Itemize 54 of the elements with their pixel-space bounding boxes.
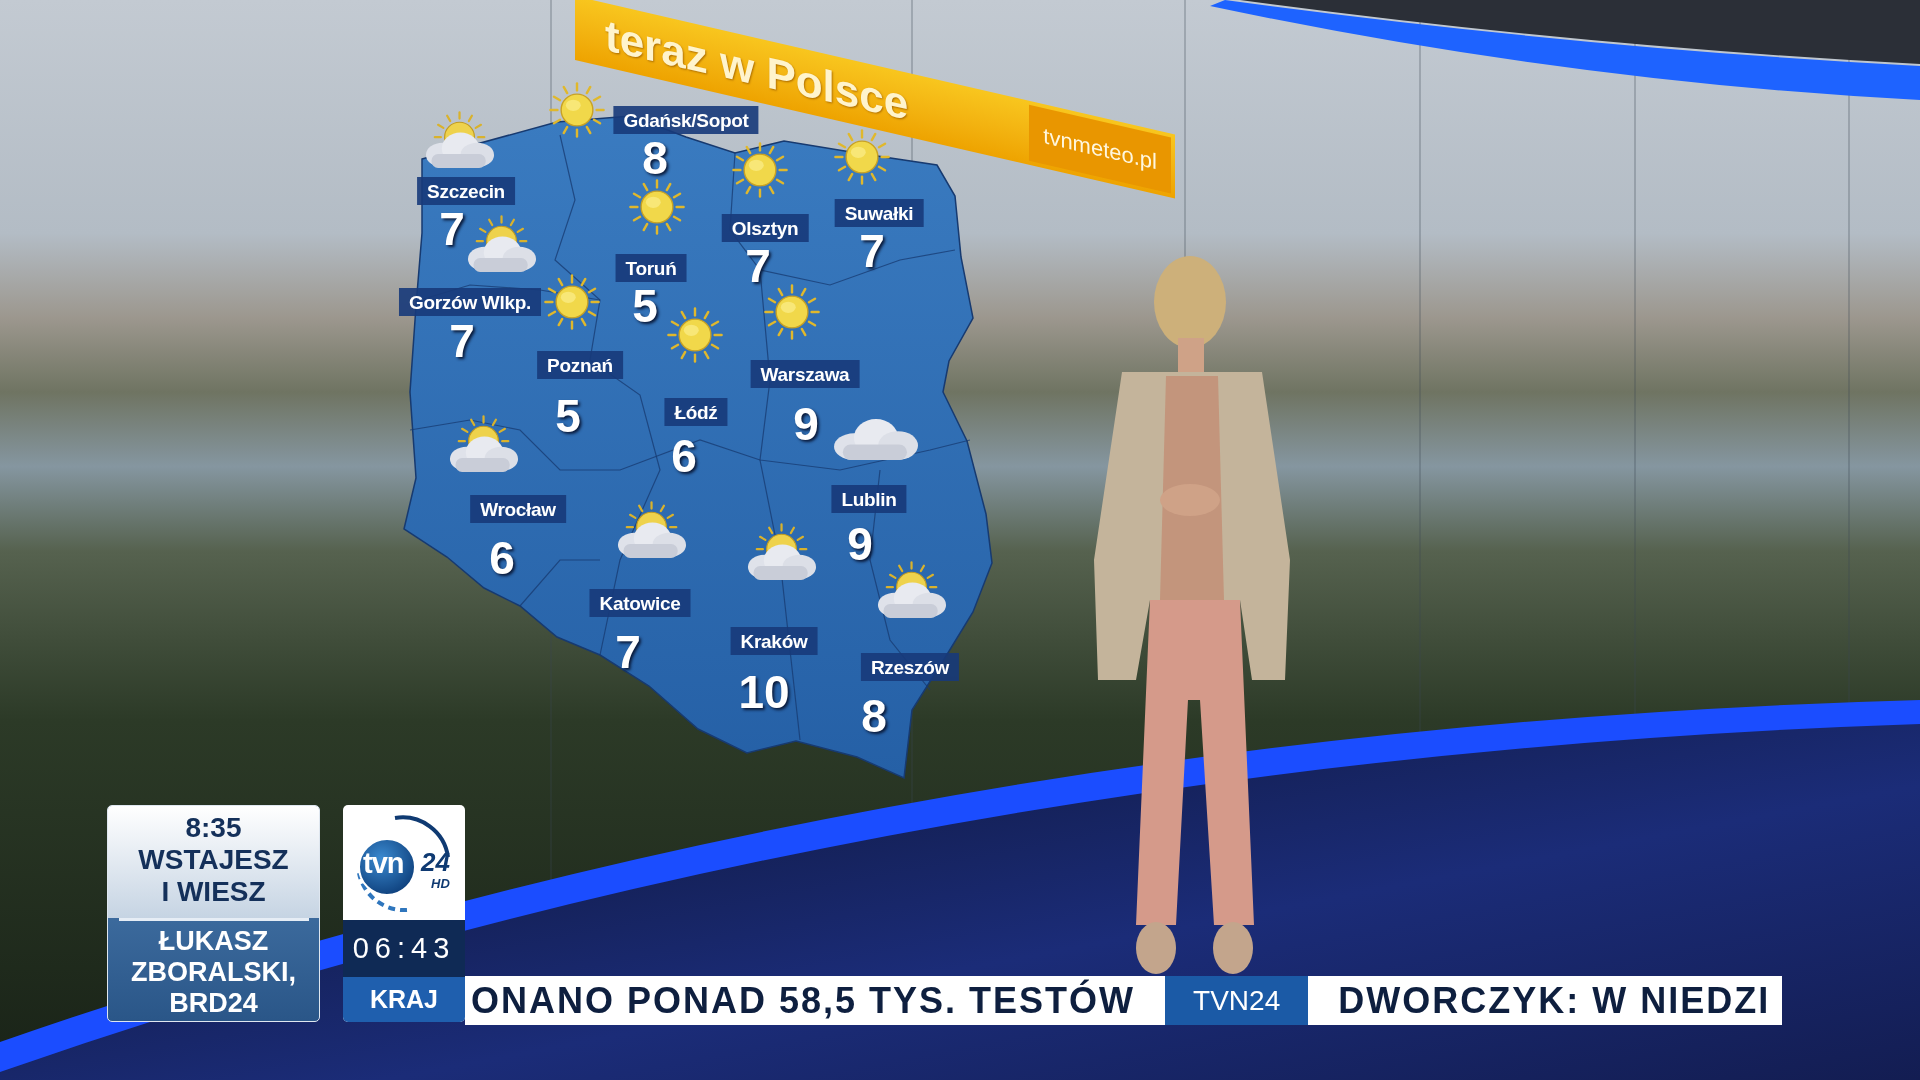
logo-number: 24 xyxy=(421,849,450,875)
temperature-reading: 7 xyxy=(859,233,885,269)
city-label: Warszawa xyxy=(750,360,860,388)
sun-behind-cloud-icon xyxy=(467,215,537,273)
logo-ring-icon xyxy=(355,815,453,913)
cloud-icon xyxy=(834,419,918,461)
sun-icon xyxy=(549,82,605,138)
temperature-reading: 7 xyxy=(449,323,475,359)
sun-icon xyxy=(544,274,600,330)
city-label: Suwałki xyxy=(834,199,924,227)
temperature-reading: 7 xyxy=(439,211,465,247)
channel-tag: TVN24 xyxy=(1165,976,1309,1025)
sun-icon xyxy=(834,129,890,185)
logo-text: tvn xyxy=(363,849,404,878)
sun-icon xyxy=(629,179,685,235)
city-label: Wrocław xyxy=(470,495,566,523)
city-label: Rzeszów xyxy=(860,653,960,681)
ticker-headline: DWORCZYK: W NIEDZI xyxy=(1337,978,1772,1023)
program-title: WSTAJESZ I WIESZ xyxy=(137,844,290,908)
temperature-reading: 7 xyxy=(745,248,771,284)
city-label: Łódź xyxy=(664,398,728,426)
temperature-reading: 5 xyxy=(555,398,581,434)
city-label: Toruń xyxy=(615,254,687,282)
sun-icon xyxy=(732,142,788,198)
city-label: Olsztyn xyxy=(721,214,809,242)
sun-behind-cloud-icon xyxy=(747,523,817,581)
section-label: KRAJ xyxy=(343,977,465,1022)
temperature-reading: 9 xyxy=(793,406,819,442)
city-label: Poznań xyxy=(537,351,623,379)
sun-behind-cloud-icon xyxy=(425,111,495,169)
program-time: 8:35 xyxy=(185,812,242,844)
city-label: Lublin xyxy=(831,485,907,513)
sun-behind-cloud-icon xyxy=(617,501,687,559)
sun-icon xyxy=(764,284,820,340)
city-label: Szczecin xyxy=(417,177,515,205)
sun-behind-cloud-icon xyxy=(877,561,947,619)
temperature-reading: 9 xyxy=(847,526,873,562)
temperature-reading: 5 xyxy=(632,288,658,324)
city-label: Kraków xyxy=(730,627,818,655)
city-label: Katowice xyxy=(589,589,691,617)
temperature-reading: 8 xyxy=(861,698,887,734)
temperature-reading: 10 xyxy=(738,674,790,710)
temperature-reading: 6 xyxy=(489,540,515,576)
guest-name: ŁUKASZ ZBORALSKI, BRD24 xyxy=(130,926,297,1019)
temperature-reading: 6 xyxy=(671,438,697,474)
clock-display: 06:43 xyxy=(343,920,465,977)
hd-label: HD xyxy=(431,877,450,890)
sun-behind-cloud-icon xyxy=(449,415,519,473)
temperature-reading: 7 xyxy=(615,634,641,670)
city-label: Gdańsk/Sopot xyxy=(613,106,759,134)
temperature-reading: 8 xyxy=(642,140,668,176)
ticker-headline: ONANO PONAD 58,5 TYS. TESTÓW xyxy=(470,978,1137,1023)
city-label: Gorzów Wlkp. xyxy=(399,288,541,316)
sun-icon xyxy=(667,307,723,363)
